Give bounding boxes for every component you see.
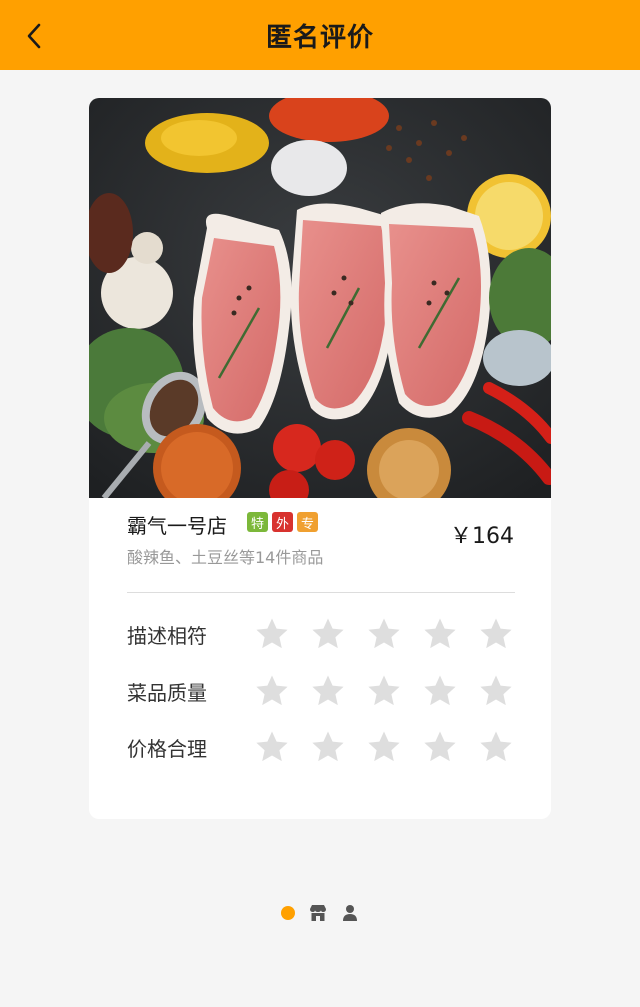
badge-delivery: 外 xyxy=(272,512,293,532)
star-rating xyxy=(255,674,513,708)
order-price: ￥164 xyxy=(450,524,514,549)
review-card: 霸气一号店 特 外 专 ￥164 酸辣鱼、土豆丝等14件商品 描述相符 菜品质量… xyxy=(89,98,551,819)
rating-label: 价格合理 xyxy=(127,736,207,761)
star-icon[interactable] xyxy=(311,674,345,708)
star-icon[interactable] xyxy=(367,674,401,708)
star-rating xyxy=(255,617,513,651)
chevron-left-icon xyxy=(27,23,41,49)
badge-special: 特 xyxy=(247,512,268,532)
star-rating xyxy=(255,730,513,764)
star-icon[interactable] xyxy=(255,674,289,708)
star-icon[interactable] xyxy=(423,730,457,764)
rating-row-description: 描述相符 xyxy=(127,614,515,654)
badge-exclusive: 专 xyxy=(297,512,318,532)
page-title: 匿名评价 xyxy=(265,22,374,53)
pager-dot-active[interactable] xyxy=(281,906,295,920)
star-icon[interactable] xyxy=(311,730,345,764)
star-icon[interactable] xyxy=(423,674,457,708)
food-photo xyxy=(89,98,551,498)
back-button[interactable] xyxy=(16,18,52,54)
app-header: 匿名评价 xyxy=(0,0,640,70)
star-icon[interactable] xyxy=(255,617,289,651)
rating-row-price: 价格合理 xyxy=(127,727,515,767)
rating-label: 菜品质量 xyxy=(127,680,207,705)
shop-badges: 特 外 专 xyxy=(247,512,318,532)
star-icon[interactable] xyxy=(367,730,401,764)
rating-row-quality: 菜品质量 xyxy=(127,671,515,711)
shop-name: 霸气一号店 xyxy=(127,514,227,538)
rating-label: 描述相符 xyxy=(127,623,207,648)
star-icon[interactable] xyxy=(423,617,457,651)
star-icon[interactable] xyxy=(479,674,513,708)
store-icon[interactable] xyxy=(309,904,327,922)
person-icon[interactable] xyxy=(341,904,359,922)
page-indicator xyxy=(0,900,640,926)
star-icon[interactable] xyxy=(367,617,401,651)
divider xyxy=(127,592,515,593)
star-icon[interactable] xyxy=(479,617,513,651)
star-icon[interactable] xyxy=(479,730,513,764)
star-icon[interactable] xyxy=(311,617,345,651)
order-description: 酸辣鱼、土豆丝等14件商品 xyxy=(127,548,324,567)
star-icon[interactable] xyxy=(255,730,289,764)
